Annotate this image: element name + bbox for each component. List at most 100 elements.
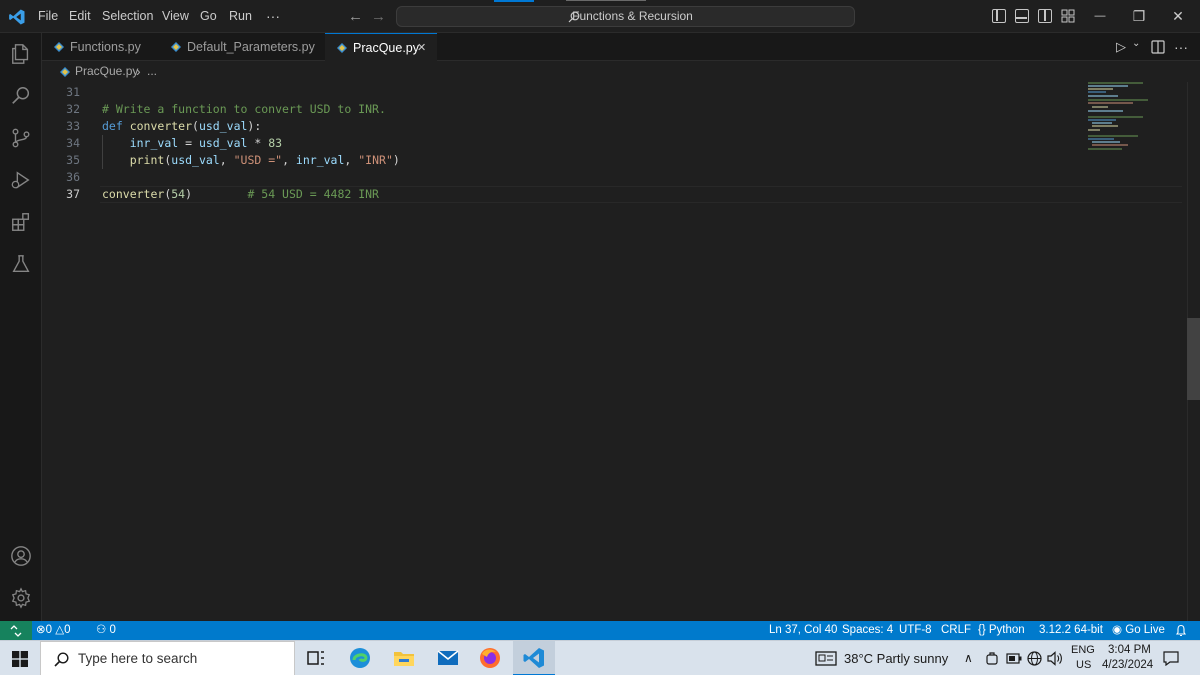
- menu-selection[interactable]: Selection: [102, 0, 153, 33]
- language-mode[interactable]: {} Python: [978, 621, 1025, 640]
- battery-icon[interactable]: [1006, 653, 1022, 664]
- firefox-icon[interactable]: [478, 646, 502, 670]
- warning-count: 0: [64, 624, 71, 636]
- end-of-line[interactable]: CRLF: [941, 621, 971, 640]
- remote-indicator[interactable]: [0, 621, 32, 640]
- files-icon: [12, 44, 29, 64]
- input-language-top[interactable]: ENG: [1071, 643, 1095, 657]
- menu-go[interactable]: Go: [200, 0, 217, 33]
- braces-icon: {}: [978, 624, 986, 636]
- tab-label: PracQue.py: [353, 41, 420, 55]
- show-hidden-icons-icon[interactable]: ∧: [964, 641, 973, 675]
- command-center[interactable]: Functions & Recursion: [396, 6, 855, 27]
- taskbar-search[interactable]: Type here to search: [40, 641, 295, 675]
- explorer-button[interactable]: [0, 33, 42, 75]
- network-globe-icon[interactable]: [1027, 651, 1042, 666]
- code-line[interactable]: inr_val = usd_val * 83: [102, 135, 282, 152]
- code-token: ,: [219, 153, 234, 167]
- toggle-panel-icon[interactable]: [1015, 9, 1029, 23]
- cursor-position[interactable]: Ln 37, Col 40: [769, 621, 837, 640]
- menu-view[interactable]: View: [162, 0, 189, 33]
- code-line[interactable]: def converter(usd_val):: [102, 118, 261, 135]
- accounts-button[interactable]: [0, 535, 42, 577]
- tab-default-parameters[interactable]: Default_Parameters.py: [159, 33, 324, 61]
- tab-label: Default_Parameters.py: [187, 40, 315, 54]
- tab-pracque[interactable]: PracQue.py ✕: [325, 33, 437, 61]
- indentation[interactable]: Spaces: 4: [842, 621, 893, 640]
- testing-button[interactable]: [0, 243, 42, 285]
- input-language-bottom[interactable]: US: [1076, 658, 1091, 672]
- code-token: print: [129, 153, 165, 167]
- tab-functions[interactable]: Functions.py: [42, 33, 159, 61]
- toggle-primary-sidebar-icon[interactable]: [992, 9, 1006, 23]
- weather-widget-icon[interactable]: [815, 651, 837, 666]
- python-interpreter[interactable]: 3.12.2 64-bit: [1039, 621, 1103, 640]
- mail-icon[interactable]: [436, 646, 460, 670]
- code-editor[interactable]: 31 32 # Write a function to convert USD to…: [42, 82, 1187, 621]
- task-view-icon[interactable]: [304, 646, 328, 670]
- remote-icon: [10, 625, 22, 637]
- code-line[interactable]: print(usd_val, "USD =", inr_val, "INR"): [102, 152, 400, 169]
- ports-indicator[interactable]: ⚇ 0: [96, 621, 116, 640]
- toggle-secondary-sidebar-icon[interactable]: [1038, 9, 1052, 23]
- breadcrumb-symbols[interactable]: ...: [147, 61, 157, 82]
- menu-edit[interactable]: Edit: [69, 0, 91, 33]
- line-number: 34: [66, 136, 80, 150]
- back-arrow-icon[interactable]: ←: [348, 0, 363, 33]
- menu-more[interactable]: ···: [266, 0, 280, 33]
- more-actions-icon[interactable]: ···: [1174, 33, 1188, 61]
- close-window-button[interactable]: ✕: [1155, 0, 1200, 33]
- warning-icon: △: [55, 624, 65, 636]
- breadcrumb-file[interactable]: PracQue.py: [75, 61, 138, 82]
- clock-time[interactable]: 3:04 PM: [1108, 643, 1151, 657]
- run-python-file-icon[interactable]: ▷: [1116, 33, 1126, 61]
- customize-layout-icon[interactable]: [1061, 9, 1075, 23]
- volume-icon[interactable]: [1047, 651, 1063, 666]
- manage-button[interactable]: [0, 577, 42, 619]
- vscode-icon: [523, 648, 544, 668]
- problems-indicator[interactable]: ⊗0 △0: [36, 621, 71, 640]
- minimap[interactable]: [1088, 82, 1173, 172]
- code-token: converter: [129, 119, 193, 133]
- windows-start-icon[interactable]: [12, 651, 28, 667]
- code-token: inr_val: [295, 153, 345, 167]
- activity-bar: [0, 33, 42, 621]
- code-token: usd_val: [198, 119, 248, 133]
- scrollbar-thumb[interactable]: [1187, 318, 1200, 400]
- code-token: 54: [171, 187, 186, 201]
- forward-arrow-icon[interactable]: →: [371, 0, 386, 33]
- code-token: usd_val: [198, 136, 248, 150]
- search-icon: [12, 87, 30, 104]
- code-line[interactable]: # Write a function to convert USD to INR…: [102, 101, 386, 118]
- extensions-button[interactable]: [0, 201, 42, 243]
- close-tab-icon[interactable]: ✕: [417, 34, 426, 62]
- go-live-button[interactable]: ◉ Go Live: [1112, 621, 1165, 640]
- search-view-button[interactable]: [0, 75, 42, 117]
- line-number: 32: [66, 102, 80, 116]
- weather-text[interactable]: 38°C Partly sunny: [844, 641, 948, 675]
- menu-file[interactable]: File: [38, 0, 58, 33]
- menu-run[interactable]: Run: [229, 0, 252, 33]
- cloud-sync-icon[interactable]: [985, 652, 999, 666]
- python-file-icon: [171, 42, 181, 52]
- edge-browser-icon[interactable]: [348, 646, 372, 670]
- file-explorer-icon[interactable]: [392, 646, 416, 670]
- code-token: *: [247, 136, 269, 150]
- run-debug-button[interactable]: [0, 159, 42, 201]
- run-dropdown-icon[interactable]: ⌄: [1132, 30, 1140, 58]
- ports-count: 0: [109, 624, 116, 636]
- status-bar: ⊗0 △0 ⚇ 0 Ln 37, Col 40 Spaces: 4 UTF-8 …: [0, 621, 1200, 640]
- line-number: 33: [66, 119, 80, 133]
- tab-label: Functions.py: [70, 40, 141, 54]
- source-control-button[interactable]: [0, 117, 42, 159]
- split-editor-icon[interactable]: [1151, 40, 1165, 54]
- clock-date[interactable]: 4/23/2024: [1102, 658, 1153, 672]
- line-number: 35: [66, 153, 80, 167]
- code-line[interactable]: converter(54) # 54 USD = 4482 INR: [102, 186, 379, 203]
- vscode-taskbar-button[interactable]: [513, 641, 555, 675]
- encoding[interactable]: UTF-8: [899, 621, 932, 640]
- bell-icon[interactable]: [1175, 624, 1187, 637]
- notifications-icon[interactable]: [1163, 651, 1179, 666]
